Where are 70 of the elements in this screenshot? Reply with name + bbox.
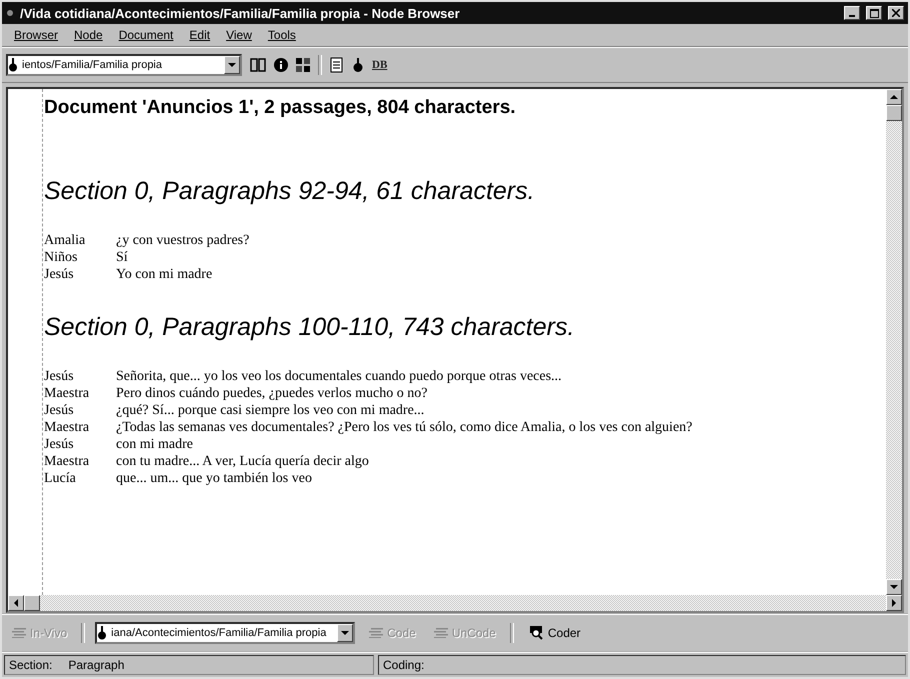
node-icon[interactable] (352, 58, 364, 72)
menu-item[interactable]: Edit (181, 28, 218, 42)
book-icon[interactable] (250, 58, 266, 72)
scroll-thumb[interactable] (886, 105, 902, 121)
lines-icon (369, 628, 384, 638)
menu-item[interactable]: View (218, 28, 260, 42)
status-label: Section: (9, 658, 52, 672)
menu-item[interactable]: Document (110, 28, 182, 42)
horizontal-scrollbar[interactable] (8, 595, 902, 611)
arrow-up-icon (890, 95, 898, 99)
caret-icon (890, 585, 898, 589)
grid-icon[interactable] (296, 58, 310, 72)
speech-text: Señorita, que... yo los veo los documentales cuando puedo porque otras veces... (116, 368, 562, 385)
speaker-name: Jesús (44, 402, 75, 419)
speech-text: ¿qué? Sí... porque casi siempre los veo con mi madre... (116, 402, 424, 419)
status-label: Coding: (383, 658, 424, 672)
scroll-thumb[interactable] (24, 595, 40, 611)
speaker-name: Lucía (44, 470, 77, 487)
arrow-right-icon (892, 599, 896, 607)
node-icon (97, 626, 108, 640)
node-path-dropdown[interactable]: ientos/Familia/Familia propia (6, 54, 242, 76)
scroll-up-button[interactable] (886, 89, 902, 105)
lines-icon (434, 628, 448, 638)
coder-button[interactable]: Coder (524, 626, 585, 640)
speaker-name: Jesús (44, 368, 75, 385)
window-title: /Vida cotidiana/Acontecimientos/Familia/Familia propia - Node Browser (20, 6, 461, 20)
speaker-name: Maestra (44, 385, 90, 402)
speech-text: ¿Todas las semanas ves documentales? ¿Pero los ves tú sólo, como dice Amalia, o los ves con alguien? (116, 419, 692, 436)
vertical-scrollbar[interactable] (886, 89, 902, 595)
speaker-name: Jesús (44, 436, 75, 453)
caret-icon (341, 631, 350, 635)
maximize-button[interactable] (866, 6, 882, 20)
document-icon[interactable] (330, 57, 344, 73)
maximize-icon (870, 8, 878, 18)
node-path-dropdown[interactable]: iana/Acontecimientos/Familia/Familia propia (95, 622, 356, 644)
section-heading: Section 0, Paragraphs 100-110, 743 characters. (44, 313, 576, 342)
speech-text: ¿y con vuestros padres? (116, 232, 250, 249)
document-title: Document 'Anuncios 1', 2 passages, 804 characters. (44, 97, 517, 119)
scroll-down-button[interactable] (886, 579, 902, 595)
section-heading: Section 0, Paragraphs 92-94, 61 characters. (44, 177, 536, 206)
speech-text: Sí (116, 249, 128, 266)
info-icon[interactable] (274, 58, 288, 72)
speaker-name: Amalia (44, 232, 86, 249)
speech-text: Yo con mi madre (116, 266, 212, 283)
arrow-left-icon (14, 599, 18, 607)
speaker-name: Jesús (44, 266, 75, 283)
magnifier-icon (528, 626, 544, 640)
close-icon (892, 9, 900, 17)
scroll-right-button[interactable] (886, 595, 902, 611)
speech-text: que... um... que yo también los veo (116, 470, 312, 487)
caret-icon (228, 63, 236, 67)
speaker-name: Niños (44, 249, 78, 266)
window-icon (6, 9, 14, 17)
speech-text: Pero dinos cuándo puedes, ¿puedes verlos mucho o no? (116, 385, 428, 402)
speech-text: con mi madre (116, 436, 193, 453)
minimize-button[interactable] (844, 6, 860, 20)
dropdown-button[interactable] (337, 624, 354, 642)
close-button[interactable] (888, 6, 904, 20)
speaker-name: Maestra (44, 453, 90, 470)
node-icon (8, 58, 18, 72)
speech-text: con tu madre... A ver, Lucía quería decir algo (116, 453, 369, 470)
database-link[interactable]: DB (372, 59, 388, 71)
menu-item[interactable]: Node (66, 28, 111, 42)
menu-item[interactable]: Tools (260, 28, 304, 42)
menu-item[interactable]: Browser (6, 28, 66, 42)
status-value: Paragraph (68, 658, 124, 672)
dropdown-button[interactable] (224, 56, 240, 74)
speaker-name: Maestra (44, 419, 90, 436)
scroll-left-button[interactable] (8, 595, 24, 611)
lines-icon (12, 628, 26, 638)
